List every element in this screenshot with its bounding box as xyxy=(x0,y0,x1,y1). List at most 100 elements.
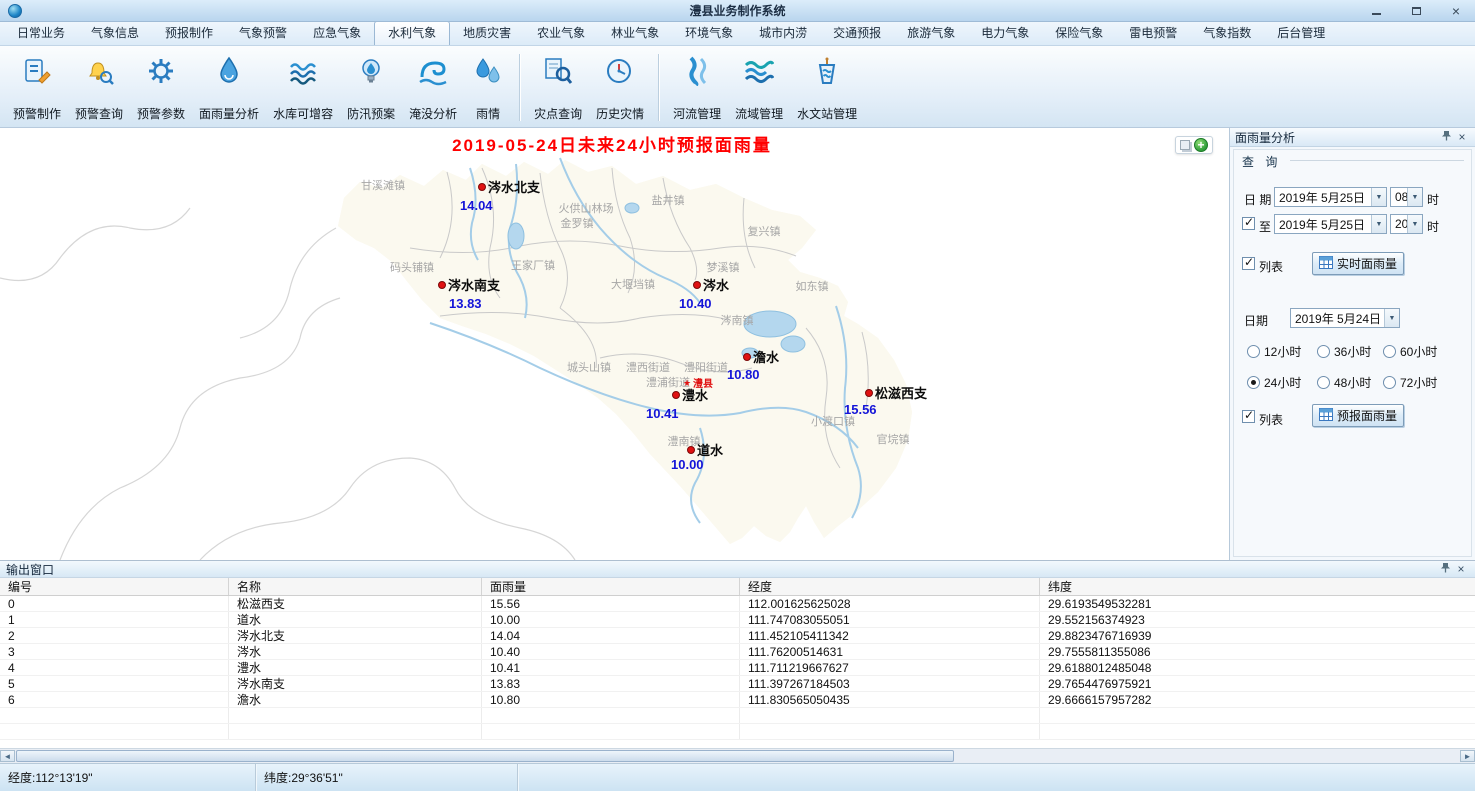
duration-radio-0[interactable]: 12小时 xyxy=(1247,343,1317,360)
menu-item-13[interactable]: 电力气象 xyxy=(968,21,1042,45)
toolbar-separator xyxy=(658,54,659,121)
start-hour-select[interactable]: 08 ▼ xyxy=(1390,187,1423,207)
to-checkbox[interactable] xyxy=(1242,217,1255,230)
menu-item-1[interactable]: 气象信息 xyxy=(78,21,152,45)
pin-icon[interactable] xyxy=(1438,130,1454,144)
table-row[interactable]: 0松滋西支15.56112.00162562502829.61935495322… xyxy=(0,596,1475,612)
station-value: 10.80 xyxy=(727,367,760,382)
menu-item-16[interactable]: 气象指数 xyxy=(1190,21,1264,45)
chevron-down-icon: ▼ xyxy=(1407,188,1422,206)
menu-item-8[interactable]: 林业气象 xyxy=(598,21,672,45)
station-marker-icon[interactable] xyxy=(439,282,446,289)
realtime-rainfall-button[interactable]: 实时面雨量 xyxy=(1312,252,1404,275)
town-label: 涔南镇 xyxy=(721,313,754,327)
station-marker-icon[interactable] xyxy=(688,447,695,454)
minimize-icon[interactable] xyxy=(1365,3,1387,19)
menu-item-12[interactable]: 旅游气象 xyxy=(894,21,968,45)
column-header[interactable]: 名称 xyxy=(229,578,482,595)
toolbar-basin-mgmt-button[interactable]: 流域管理 xyxy=(728,50,790,125)
table-row[interactable]: 1道水10.00111.74708305505129.552156374923 xyxy=(0,612,1475,628)
close-icon[interactable]: × xyxy=(1454,130,1470,144)
menu-item-2[interactable]: 预报制作 xyxy=(152,21,226,45)
layers-icon[interactable] xyxy=(1180,140,1190,150)
menu-item-9[interactable]: 环境气象 xyxy=(672,21,746,45)
flood-plan-icon xyxy=(354,53,388,89)
toolbar-flood-plan-button[interactable]: 防汛预案 xyxy=(340,50,402,125)
forecast-rainfall-button[interactable]: 预报面雨量 xyxy=(1312,404,1404,427)
toolbar-item-label: 水库可增容 xyxy=(273,105,333,123)
scroll-left-icon[interactable]: ◄ xyxy=(0,750,15,762)
add-layer-button[interactable]: + xyxy=(1194,138,1208,152)
duration-radio-4[interactable]: 48小时 xyxy=(1317,374,1383,391)
radio-icon xyxy=(1317,376,1330,389)
toolbar-rainfall-analysis-button[interactable]: 面雨量分析 xyxy=(192,50,266,125)
duration-radio-1[interactable]: 36小时 xyxy=(1317,343,1383,360)
town-label: 盐井镇 xyxy=(652,193,685,207)
menu-item-3[interactable]: 气象预警 xyxy=(226,21,300,45)
toolbar-inundation-button[interactable]: 淹没分析 xyxy=(402,50,464,125)
menu-item-5[interactable]: 水利气象 xyxy=(374,21,450,45)
scroll-right-icon[interactable]: ► xyxy=(1460,750,1475,762)
menu-item-15[interactable]: 雷电预警 xyxy=(1116,21,1190,45)
station-marker-icon[interactable] xyxy=(744,354,751,361)
table-row[interactable]: 4澧水10.41111.71121966762729.6188012485048 xyxy=(0,660,1475,676)
column-header[interactable]: 面雨量 xyxy=(482,578,740,595)
output-table: 编号名称面雨量经度纬度0松滋西支15.56112.00162562502829.… xyxy=(0,578,1475,748)
station-marker-icon[interactable] xyxy=(866,390,873,397)
forecast-date-select[interactable]: 2019年 5月24日 ▼ xyxy=(1290,308,1400,328)
station-marker-icon[interactable] xyxy=(694,282,701,289)
station-value: 15.56 xyxy=(844,402,877,417)
menu-item-10[interactable]: 城市内涝 xyxy=(746,21,820,45)
toolbar-alert-params-button[interactable]: 预警参数 xyxy=(130,50,192,125)
column-header[interactable]: 纬度 xyxy=(1040,578,1475,595)
close-icon[interactable]: × xyxy=(1445,3,1467,19)
menu-item-14[interactable]: 保险气象 xyxy=(1042,21,1116,45)
table-row[interactable]: 3涔水10.40111.7620051463129.7555811355086 xyxy=(0,644,1475,660)
realtime-list-checkbox[interactable] xyxy=(1242,257,1255,270)
map-canvas[interactable]: 甘溪滩镇火供山林场金罗镇盐井镇复兴镇码头铺镇王家厂镇梦溪镇大堰垱镇如东镇涔南镇城… xyxy=(0,128,1229,560)
panel-title: 面雨量分析 xyxy=(1235,129,1438,146)
toolbar-alert-compose-button[interactable]: 预警制作 xyxy=(6,50,68,125)
table-cell: 涔水 xyxy=(229,644,482,659)
map-tools: + xyxy=(1175,136,1213,154)
start-date-select[interactable]: 2019年 5月25日 ▼ xyxy=(1274,187,1387,207)
toolbar-river-mgmt-button[interactable]: 河流管理 xyxy=(666,50,728,125)
table-header-row: 编号名称面雨量经度纬度 xyxy=(0,578,1475,596)
duration-radio-2[interactable]: 60小时 xyxy=(1383,343,1465,360)
table-row-empty xyxy=(0,724,1475,740)
station-name: 澧水 xyxy=(682,388,709,403)
start-date-value: 2019年 5月25日 xyxy=(1275,189,1371,206)
column-header[interactable]: 编号 xyxy=(0,578,229,595)
menu-item-7[interactable]: 农业气象 xyxy=(524,21,598,45)
maximize-icon[interactable] xyxy=(1405,3,1427,19)
close-icon[interactable]: × xyxy=(1453,562,1469,576)
toolbar-disaster-query-button[interactable]: 灾点查询 xyxy=(527,50,589,125)
toolbar-disaster-history-button[interactable]: 历史灾情 xyxy=(589,50,651,125)
end-hour-select[interactable]: 20 ▼ xyxy=(1390,214,1423,234)
station-marker-icon[interactable] xyxy=(673,392,680,399)
forecast-list-checkbox[interactable] xyxy=(1242,410,1255,423)
duration-radio-3[interactable]: 24小时 xyxy=(1247,374,1317,391)
query-group-label: 查 询 xyxy=(1242,153,1281,170)
menu-item-11[interactable]: 交通预报 xyxy=(820,21,894,45)
menu-item-4[interactable]: 应急气象 xyxy=(300,21,374,45)
table-row[interactable]: 2涔水北支14.04111.45210541134229.88234767169… xyxy=(0,628,1475,644)
menu-item-6[interactable]: 地质灾害 xyxy=(450,21,524,45)
table-cell: 13.83 xyxy=(482,676,740,691)
town-label: 澧西街道 xyxy=(626,360,670,374)
toolbar-reservoir-button[interactable]: 水库可增容 xyxy=(266,50,340,125)
station-marker-icon[interactable] xyxy=(479,184,486,191)
table-row[interactable]: 5涔水南支13.83111.39726718450329.76544769759… xyxy=(0,676,1475,692)
toolbar-hydrostation-mgmt-button[interactable]: 水文站管理 xyxy=(790,50,864,125)
scrollbar-thumb[interactable] xyxy=(16,750,954,762)
menu-item-0[interactable]: 日常业务 xyxy=(4,21,78,45)
menu-item-17[interactable]: 后台管理 xyxy=(1264,21,1338,45)
end-date-select[interactable]: 2019年 5月25日 ▼ xyxy=(1274,214,1387,234)
toolbar-alert-query-button[interactable]: 预警查询 xyxy=(68,50,130,125)
toolbar-rain-info-button[interactable]: 雨情 xyxy=(464,50,512,125)
title-bar: 澧县业务制作系统 × xyxy=(0,0,1475,22)
pin-icon[interactable] xyxy=(1437,562,1453,576)
table-row[interactable]: 6澹水10.80111.83056505043529.6666157957282 xyxy=(0,692,1475,708)
duration-radio-5[interactable]: 72小时 xyxy=(1383,374,1465,391)
column-header[interactable]: 经度 xyxy=(740,578,1040,595)
